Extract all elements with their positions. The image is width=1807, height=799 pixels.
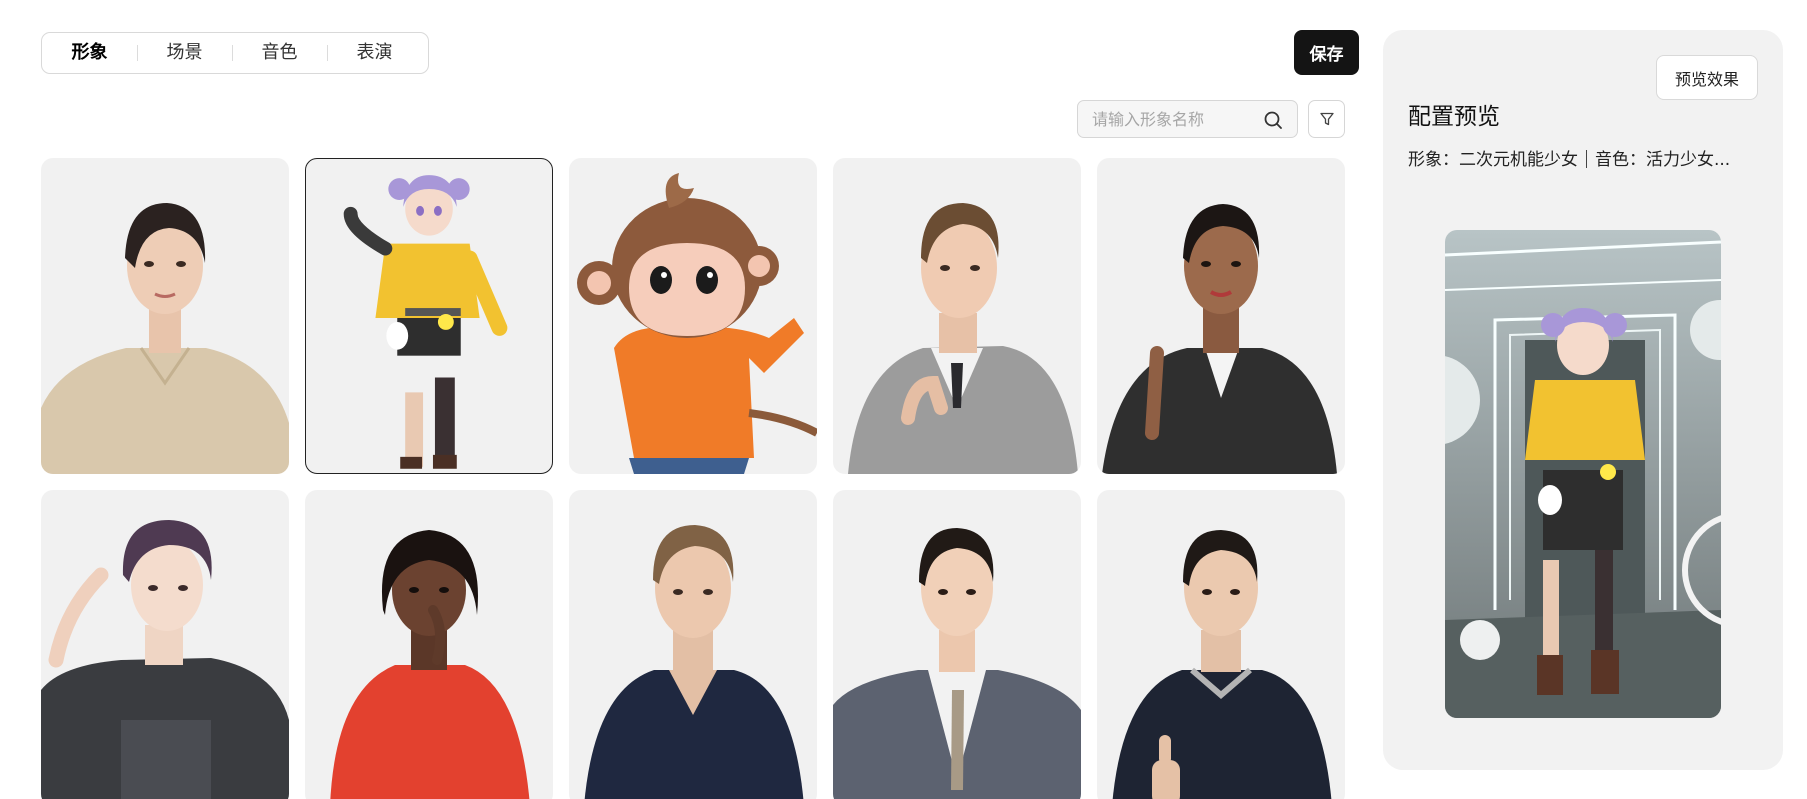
tab-bar: 形象 场景 音色 表演 — [41, 32, 429, 74]
search-icon[interactable] — [1263, 110, 1283, 130]
preview-panel: 预览效果 配置预览 形象：二次元机能少女 音色：活力少女... — [1383, 30, 1783, 770]
tab-avatar[interactable]: 形象 — [42, 32, 137, 74]
avatar-card[interactable] — [1097, 490, 1345, 799]
avatar-man-striped-suit-image — [833, 528, 1081, 799]
avatar-card[interactable] — [41, 490, 289, 799]
tab-performance[interactable]: 表演 — [327, 32, 422, 74]
avatar-card[interactable] — [41, 158, 289, 474]
avatar-card[interactable] — [569, 158, 817, 474]
avatar-summary: 形象：二次元机能少女 — [1408, 150, 1578, 170]
avatar-card[interactable] — [833, 490, 1081, 799]
preview-effect-button[interactable]: 预览效果 — [1656, 55, 1758, 100]
avatar-card[interactable] — [305, 490, 553, 799]
search-input[interactable] — [1092, 109, 1252, 129]
avatar-monkey-image — [577, 173, 817, 474]
panel-title: 配置预览 — [1408, 104, 1500, 130]
config-summary: 形象：二次元机能少女 音色：活力少女... — [1408, 145, 1730, 170]
avatar-card-selected[interactable] — [305, 158, 553, 474]
tab-scene[interactable]: 场景 — [137, 32, 232, 74]
avatar-man-grey-suit-image — [848, 203, 1078, 474]
avatar-woman-red-top-image — [330, 530, 530, 799]
avatar-man-navy-polo-image — [584, 525, 804, 799]
search-box — [1077, 100, 1298, 138]
voice-summary: 音色：活力少女... — [1595, 150, 1731, 170]
avatar-card[interactable] — [1097, 158, 1345, 474]
filter-button[interactable] — [1308, 100, 1345, 138]
avatar-card[interactable] — [833, 158, 1081, 474]
tab-voice[interactable]: 音色 — [232, 32, 327, 74]
filter-icon — [1319, 112, 1334, 126]
divider — [1586, 150, 1587, 168]
avatar-woman-leather-jacket-image — [1102, 204, 1337, 474]
avatar-young-man-purple-hair-image — [41, 520, 289, 799]
avatar-card[interactable] — [569, 490, 817, 799]
save-button[interactable]: 保存 — [1294, 30, 1359, 75]
avatar-man-polo-thumbs-up-image — [1112, 530, 1332, 799]
avatar-woman-beige-image — [41, 203, 289, 474]
preview-scene-image — [1445, 230, 1721, 718]
preview-image — [1445, 230, 1721, 718]
avatar-anime-girl-image — [343, 175, 508, 469]
